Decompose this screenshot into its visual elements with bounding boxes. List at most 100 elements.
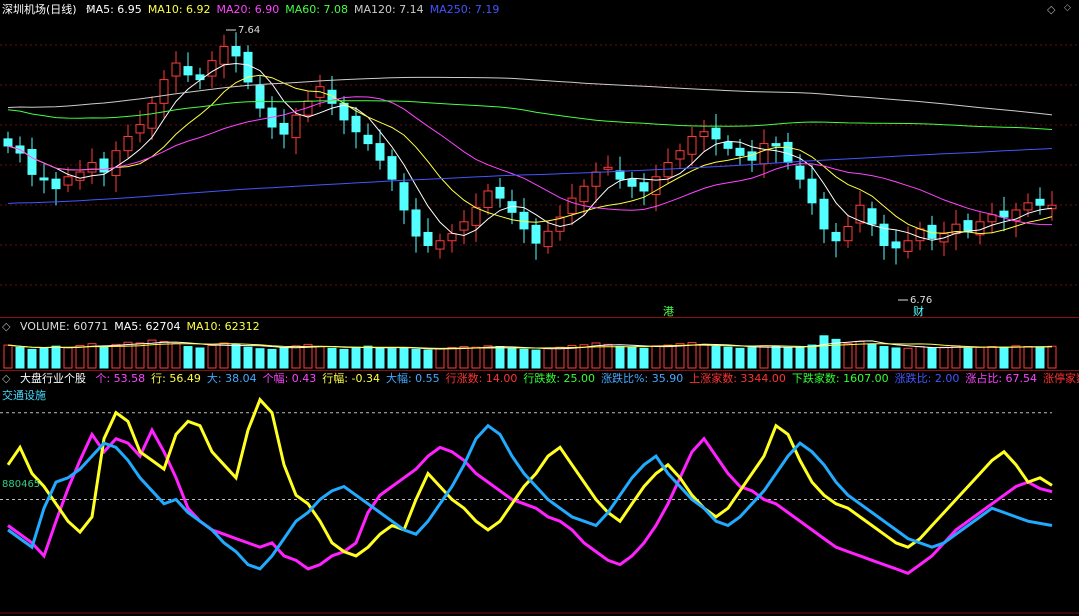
volume-bar [27, 348, 37, 369]
volume-bar [927, 347, 937, 369]
legend-item: 行幅: -0.34 [322, 372, 380, 385]
indicator-line-2 [7, 423, 1053, 571]
candle-body [723, 141, 733, 149]
candle-body [735, 147, 745, 156]
volume-bar [519, 348, 529, 369]
candle-body [999, 210, 1009, 218]
volume-bar [579, 344, 589, 369]
candle-body [375, 143, 385, 161]
volume-bar [567, 344, 577, 369]
volume-bar [855, 341, 865, 369]
volume-bar [303, 343, 313, 369]
volume-bar [243, 346, 253, 369]
volume-bar [195, 347, 205, 369]
ma-line-ma250 [7, 148, 1053, 204]
candle-body [183, 66, 193, 76]
volume-bar [507, 347, 517, 369]
indicator-line-0 [7, 426, 1053, 575]
volume-bar [867, 343, 877, 369]
candle-body [795, 165, 805, 180]
candle-body [75, 171, 85, 181]
candle-body [135, 124, 145, 134]
event-tag-finance: 财 [913, 304, 924, 318]
volume-bar [807, 344, 817, 369]
candle-body [891, 241, 901, 249]
volume-bar [975, 346, 985, 369]
candle-body [819, 198, 829, 230]
volume-bar [987, 346, 997, 369]
candle-body [39, 177, 49, 181]
price-chart: 7.646.76港财 [0, 25, 1079, 318]
volume-bar [939, 346, 949, 369]
legend-item: 下跌家数: 1607.00 [791, 372, 889, 385]
candle-body [279, 122, 289, 135]
indicator-legend: 个: 53.58 行: 56.49 大: 38.04 个幅: 0.43 行幅: -0.3… [95, 372, 1079, 385]
candle-body [291, 114, 301, 139]
volume-bar [1023, 346, 1033, 369]
volume-bar [87, 343, 97, 369]
candle-body [675, 150, 685, 160]
candle-body [63, 176, 73, 186]
volume-bar [459, 346, 469, 369]
volume-bar [783, 347, 793, 369]
volume-bar [531, 349, 541, 369]
volume-bar [723, 346, 733, 369]
legend-item: 个: 53.58 [95, 372, 146, 385]
candle-body [435, 240, 445, 250]
volume-bar [603, 343, 613, 369]
candle-body [495, 186, 505, 199]
candle-body [1035, 198, 1045, 206]
volume-bar [279, 347, 289, 369]
legend-item: 大幅: 0.55 [385, 372, 440, 385]
volume-bar [627, 346, 637, 369]
industry-code: 880465 [2, 479, 41, 490]
indicator-toggle-icon[interactable]: ◇ [2, 372, 10, 385]
volume-bar [759, 345, 769, 369]
volume-bar [183, 346, 193, 369]
candle-body [543, 230, 553, 248]
candle-body [963, 220, 973, 232]
candle-body [471, 207, 481, 226]
volume-bar [879, 346, 889, 369]
candle-body [483, 190, 493, 209]
legend-item: 涨占比: 67.54 [965, 372, 1038, 385]
legend-item: 大: 38.04 [206, 372, 257, 385]
candle-body [231, 45, 241, 57]
volume-bar [771, 346, 781, 369]
volume-bar [231, 343, 241, 369]
legend-item: 涨跌比: 2.00 [894, 372, 960, 385]
candle-body [399, 182, 409, 211]
volume-bar [63, 347, 73, 369]
volume-bar [363, 345, 373, 369]
volume-bar [555, 346, 565, 369]
candle-body [603, 166, 613, 170]
candle-body [411, 209, 421, 237]
volume-bar [735, 347, 745, 369]
candle-body [363, 134, 373, 145]
candle-body [159, 79, 169, 104]
candle-body [459, 221, 469, 231]
candle-body [531, 224, 541, 244]
candle-body [111, 150, 121, 177]
volume-bar [339, 348, 349, 369]
volume-bar [351, 346, 361, 369]
volume-chart [3, 335, 1057, 369]
volume-bar [399, 347, 409, 369]
volume-bar [915, 346, 925, 369]
candle-body [27, 149, 37, 175]
candle-body [51, 178, 61, 190]
volume-bar [255, 348, 265, 369]
candle-body [915, 228, 925, 242]
candle-body [423, 231, 433, 246]
candle-body [171, 62, 181, 77]
candle-body [579, 185, 589, 203]
legend-item: 涨跌比%: 35.90 [601, 372, 684, 385]
candle-body [699, 131, 709, 137]
volume-bar [291, 345, 301, 369]
candle-body [771, 143, 781, 147]
indicator-title[interactable]: 大盘行业个股 [20, 372, 86, 385]
volume-bar [207, 344, 217, 369]
volume-bar [267, 348, 277, 369]
volume-bar [495, 346, 505, 369]
candle-body [639, 182, 649, 192]
